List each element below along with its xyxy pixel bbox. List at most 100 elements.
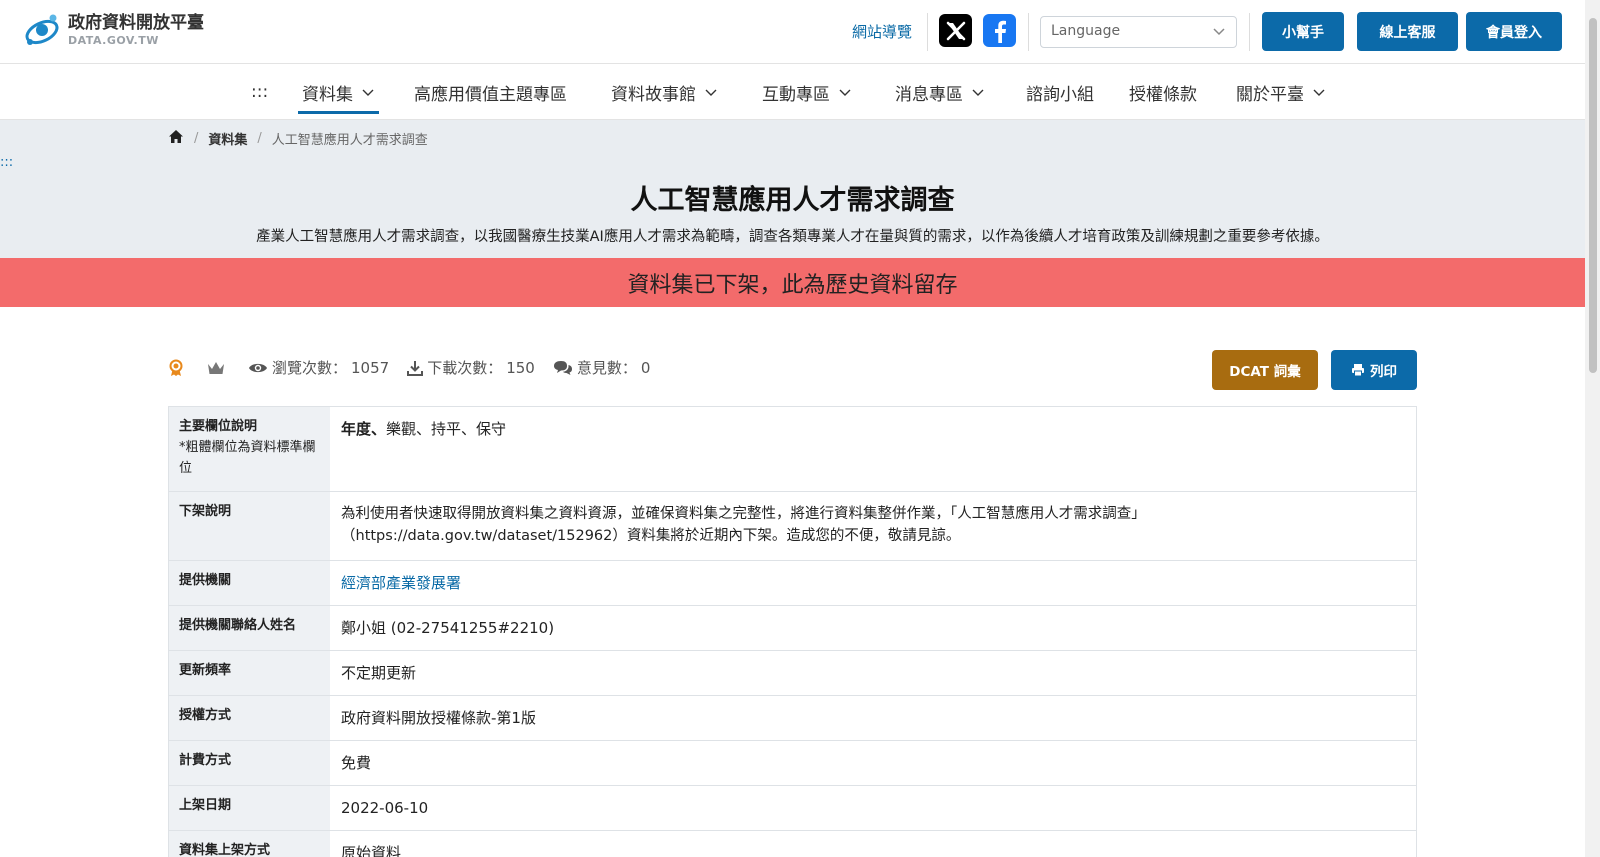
row-header: 計費方式 bbox=[169, 741, 330, 785]
row-header: 提供機關聯絡人姓名 bbox=[169, 606, 330, 650]
breadcrumb-separator: / bbox=[194, 131, 199, 146]
table-row: 授權方式 政府資料開放授權條款-第1版 bbox=[169, 696, 1416, 741]
agency-link[interactable]: 經濟部產業發展署 bbox=[341, 574, 461, 592]
page-scrollbar[interactable] bbox=[1585, 0, 1600, 857]
nav-item-interactive[interactable]: 互動專區 bbox=[762, 64, 852, 120]
nav-item-news[interactable]: 消息專區 bbox=[895, 64, 985, 120]
printer-icon bbox=[1352, 364, 1364, 377]
fields-bold-value: 年度、 bbox=[341, 420, 387, 438]
row-value: 經濟部產業發展署 bbox=[330, 561, 1416, 605]
dcat-vocab-button[interactable]: DCAT 詞彙 bbox=[1212, 350, 1318, 390]
table-row: 下架說明 為利使用者快速取得開放資料集之資料資源，並確保資料集之完整性，將進行資… bbox=[169, 492, 1416, 561]
row-value: 為利使用者快速取得開放資料集之資料資源，並確保資料集之完整性，將進行資料集整併作… bbox=[341, 506, 1146, 545]
row-header: 上架日期 bbox=[169, 786, 330, 830]
row-value: 原始資料 bbox=[341, 844, 402, 857]
breadcrumb: / 資料集 / 人工智慧應用人才需求調查 bbox=[168, 129, 428, 148]
member-login-button[interactable]: 會員登入 bbox=[1466, 12, 1562, 51]
breadcrumb-datasets[interactable]: 資料集 bbox=[208, 129, 247, 148]
chevron-down-icon bbox=[704, 85, 718, 99]
nav-item-label: 高應用價值主題專區 bbox=[414, 84, 567, 105]
page-title: 人工智慧應用人才需求調查 bbox=[630, 185, 955, 216]
nav-item-label: 消息專區 bbox=[895, 84, 963, 105]
nav-item-license[interactable]: 授權條款 bbox=[1129, 64, 1197, 120]
language-select-value: Language bbox=[1051, 23, 1121, 39]
row-header: 更新頻率 bbox=[169, 651, 330, 695]
x-twitter-icon[interactable] bbox=[939, 14, 972, 47]
nav-item-label: 資料故事館 bbox=[611, 84, 696, 105]
nav-item-advisory[interactable]: 諮詢小組 bbox=[1026, 64, 1094, 120]
chevron-down-icon bbox=[1312, 85, 1326, 99]
chevron-down-icon bbox=[361, 85, 375, 99]
dataset-hero: / 資料集 / 人工智慧應用人才需求調查 ::: 人工智慧應用人才需求調查 產業… bbox=[0, 120, 1585, 258]
download-icon bbox=[407, 360, 424, 376]
row-header: 授權方式 bbox=[169, 696, 330, 740]
nav-item-label: 授權條款 bbox=[1129, 84, 1197, 105]
comment-count: 意見數： 0 bbox=[553, 357, 650, 378]
row-value: 不定期更新 bbox=[341, 664, 417, 682]
quality-badge-icon[interactable] bbox=[168, 359, 188, 377]
comments-icon bbox=[553, 360, 572, 375]
row-header: 提供機關 bbox=[169, 561, 330, 605]
nav-item-label: 互動專區 bbox=[762, 84, 830, 105]
dataset-stats: 瀏覽次數： 1057 下載次數： 150 意見數： 0 bbox=[168, 357, 668, 378]
site-logo[interactable]: 政府資料開放平臺 DATA.GOV.TW bbox=[22, 10, 204, 50]
print-button-label: 列印 bbox=[1370, 364, 1397, 380]
fields-note: *粗體欄位為資料標準欄位 bbox=[179, 439, 316, 476]
chevron-down-icon bbox=[971, 85, 985, 99]
nav-item-about[interactable]: 關於平臺 bbox=[1236, 64, 1326, 120]
nav-item-datasets[interactable]: 資料集 bbox=[298, 64, 379, 120]
dataset-info-table: 主要欄位說明 *粗體欄位為資料標準欄位 年度、樂觀、持平、保守 下架說明 為利使… bbox=[168, 406, 1417, 857]
logo-icon bbox=[22, 10, 62, 50]
download-count: 下載次數： 150 bbox=[407, 357, 535, 378]
row-value: 2022-06-10 bbox=[341, 799, 429, 817]
language-select[interactable]: Language bbox=[1040, 16, 1237, 48]
row-value: 免費 bbox=[341, 754, 372, 772]
main-nav: ::: 資料集 高應用價值主題專區 資料故事館 互動專區 消息專區 諮詢小組 授… bbox=[0, 64, 1585, 120]
row-header: 主要欄位說明 *粗體欄位為資料標準欄位 bbox=[169, 407, 330, 491]
breadcrumb-separator: / bbox=[257, 131, 262, 146]
chevron-down-icon bbox=[1212, 24, 1226, 42]
nav-skip-marker[interactable]: ::: bbox=[251, 64, 268, 120]
table-row: 計費方式 免費 bbox=[169, 741, 1416, 786]
content-skip-marker[interactable]: ::: bbox=[0, 155, 13, 170]
nav-item-high-value[interactable]: 高應用價值主題專區 bbox=[414, 64, 567, 120]
home-icon[interactable] bbox=[168, 129, 184, 148]
view-count-value: 1057 bbox=[351, 358, 390, 377]
fields-label: 主要欄位說明 bbox=[179, 419, 258, 434]
nav-item-label: 關於平臺 bbox=[1236, 84, 1304, 105]
row-value: 鄭小姐 (02-27541255#2210) bbox=[341, 619, 555, 637]
table-row: 提供機關 經濟部產業發展署 bbox=[169, 561, 1416, 606]
nav-item-stories[interactable]: 資料故事館 bbox=[611, 64, 718, 120]
eye-icon bbox=[249, 363, 267, 372]
row-header: 資料集上架方式 bbox=[169, 831, 330, 857]
row-value: 年度、樂觀、持平、保守 bbox=[330, 407, 1416, 491]
table-row: 資料集上架方式 原始資料 bbox=[169, 831, 1416, 857]
facebook-icon[interactable] bbox=[983, 14, 1016, 47]
table-row: 主要欄位說明 *粗體欄位為資料標準欄位 年度、樂觀、持平、保守 bbox=[169, 407, 1416, 492]
chevron-down-icon bbox=[838, 85, 852, 99]
table-row: 提供機關聯絡人姓名 鄭小姐 (02-27541255#2210) bbox=[169, 606, 1416, 651]
fields-rest-value: 樂觀、持平、保守 bbox=[386, 420, 507, 438]
header-divider bbox=[927, 13, 928, 51]
header-divider bbox=[1249, 13, 1250, 51]
crown-icon[interactable] bbox=[206, 360, 230, 376]
helper-button[interactable]: 小幫手 bbox=[1262, 12, 1344, 51]
download-count-label: 下載次數： bbox=[427, 359, 503, 377]
view-count: 瀏覽次數： 1057 bbox=[248, 357, 389, 378]
nav-item-label: 諮詢小組 bbox=[1026, 84, 1094, 105]
print-button[interactable]: 列印 bbox=[1331, 350, 1417, 390]
header-divider bbox=[1028, 13, 1029, 51]
table-row: 上架日期 2022-06-10 bbox=[169, 786, 1416, 831]
sitemap-link[interactable]: 網站導覽 bbox=[852, 21, 912, 42]
online-support-button[interactable]: 線上客服 bbox=[1357, 12, 1458, 51]
delisted-banner: 資料集已下架，此為歷史資料留存 bbox=[0, 258, 1585, 307]
logo-title: 政府資料開放平臺 bbox=[68, 12, 204, 33]
breadcrumb-current: 人工智慧應用人才需求調查 bbox=[271, 133, 428, 148]
comment-count-label: 意見數： bbox=[576, 359, 637, 377]
logo-subtitle: DATA.GOV.TW bbox=[68, 33, 159, 47]
scrollbar-thumb[interactable] bbox=[1589, 18, 1597, 373]
row-value: 政府資料開放授權條款-第1版 bbox=[341, 709, 536, 727]
download-count-value: 150 bbox=[506, 358, 535, 377]
table-row: 更新頻率 不定期更新 bbox=[169, 651, 1416, 696]
row-header: 下架說明 bbox=[169, 492, 330, 560]
